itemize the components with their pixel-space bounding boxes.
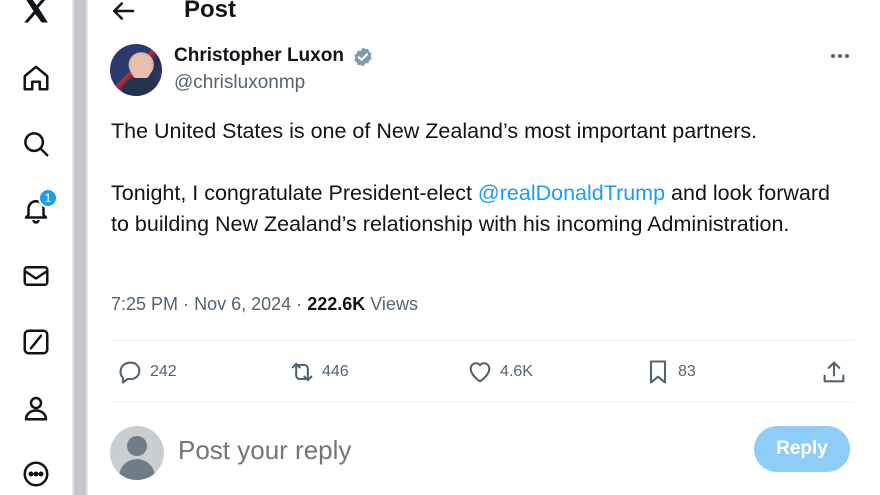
- mention-link[interactable]: @realDonaldTrump: [478, 181, 665, 205]
- back-arrow-icon[interactable]: [108, 0, 138, 26]
- home-icon[interactable]: [16, 58, 56, 98]
- tweet-paragraph: Tonight, I congratulate President-elect …: [111, 178, 831, 240]
- reply-input[interactable]: [176, 434, 680, 467]
- page-title: Post: [184, 0, 237, 23]
- tweet-time[interactable]: 7:25 PM: [111, 294, 178, 314]
- scrollbar-thumb[interactable]: [74, 0, 86, 495]
- tweet-meta: 7:25 PM · Nov 6, 2024 · 222.6K Views: [111, 294, 418, 315]
- tweet-paragraph: The United States is one of New Zealand’…: [111, 119, 758, 143]
- like-count: 4.6K: [500, 363, 533, 380]
- meta-separator: ·: [183, 294, 190, 314]
- heart-icon: [469, 362, 491, 383]
- more-circle-icon[interactable]: [16, 454, 56, 494]
- left-nav: 1: [0, 0, 72, 495]
- tweet-text: The United States is one of New Zealand’…: [111, 116, 831, 240]
- reply-action[interactable]: 242: [116, 356, 177, 388]
- reply-count: 242: [150, 363, 177, 380]
- author-handle[interactable]: @chrisluxonmp: [174, 72, 305, 94]
- views-count: 222.6K: [307, 294, 366, 314]
- repost-icon: [291, 362, 313, 382]
- more-options-icon[interactable]: [824, 44, 856, 68]
- tweet-date[interactable]: Nov 6, 2024: [194, 294, 291, 314]
- meta-separator: ·: [296, 294, 303, 314]
- views-label: Views: [370, 294, 418, 314]
- repost-count: 446: [322, 363, 349, 380]
- repost-action[interactable]: 446: [288, 356, 349, 388]
- grok-icon[interactable]: [16, 322, 56, 362]
- divider: [110, 340, 854, 341]
- author-name[interactable]: Christopher Luxon: [174, 45, 344, 67]
- share-icon: [823, 361, 845, 383]
- action-bar: 242 446 4.6K 83: [110, 352, 854, 392]
- x-logo-icon[interactable]: [16, 0, 56, 30]
- share-action[interactable]: [820, 356, 854, 388]
- notification-badge: 1: [38, 188, 58, 208]
- reply-button[interactable]: Reply: [754, 426, 850, 472]
- bookmark-count: 83: [678, 363, 696, 380]
- like-action[interactable]: 4.6K: [466, 356, 533, 388]
- post-detail: Post Christopher Luxon @chrisluxonmp The…: [88, 0, 880, 495]
- divider: [110, 402, 854, 403]
- bookmark-icon: [649, 360, 667, 384]
- author-avatar[interactable]: [110, 44, 162, 96]
- profile-icon[interactable]: [16, 388, 56, 428]
- verified-badge-icon[interactable]: [352, 46, 374, 68]
- reply-avatar[interactable]: [110, 426, 164, 480]
- bookmark-action[interactable]: 83: [644, 356, 696, 388]
- tweet-text-segment: Tonight, I congratulate President-elect: [111, 181, 478, 205]
- post-header: Post: [88, 0, 880, 26]
- mail-icon[interactable]: [16, 256, 56, 296]
- reply-icon: [119, 361, 141, 384]
- search-icon[interactable]: [16, 124, 56, 164]
